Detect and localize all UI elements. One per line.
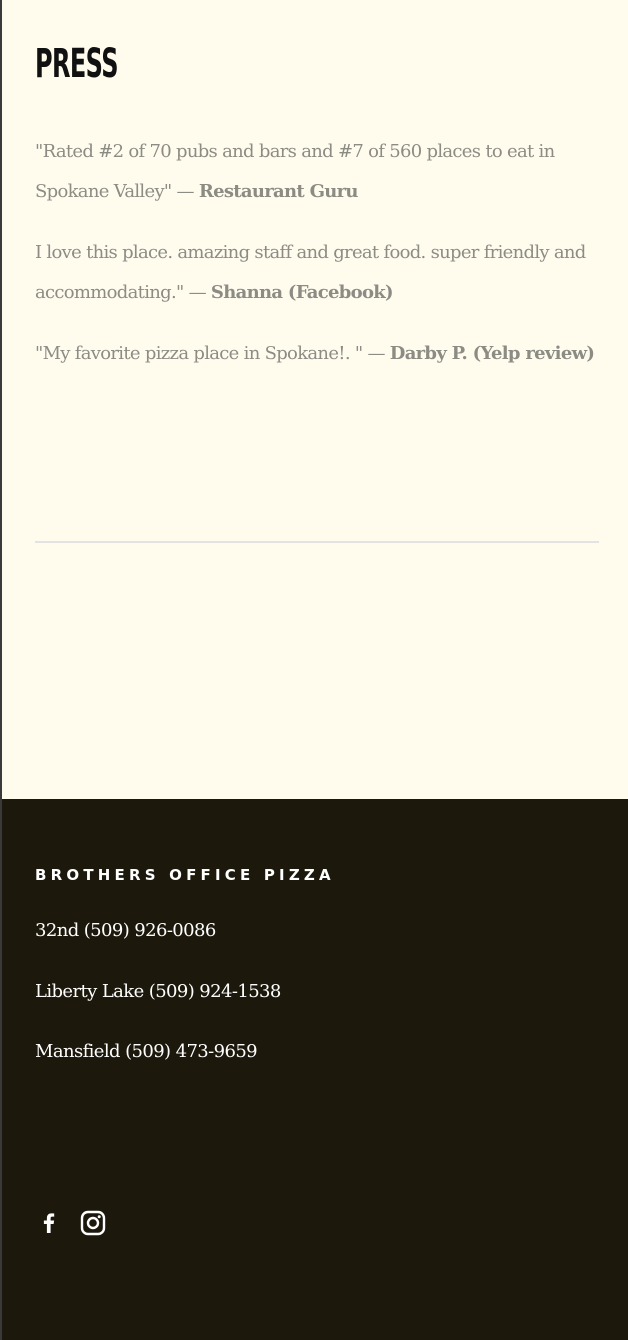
social-links [35, 1209, 107, 1237]
location-32nd: 32nd (509) 926-0086 [35, 920, 216, 941]
press-quote: I love this place. amazing staff and gre… [35, 233, 605, 313]
page-left-border [0, 0, 2, 1340]
location-mansfield: Mansfield (509) 473-9659 [35, 1041, 258, 1062]
facebook-link[interactable] [35, 1209, 63, 1237]
section-divider [35, 541, 599, 543]
press-quote-source: Shanna (Facebook) [210, 282, 394, 303]
footer-brand: BROTHERS OFFICE PIZZA [35, 866, 335, 884]
facebook-icon [43, 1213, 55, 1233]
press-quote-source: Restaurant Guru [198, 181, 359, 202]
site-footer: BROTHERS OFFICE PIZZA 32nd (509) 926-008… [0, 799, 628, 1340]
press-quote: "My favorite pizza place in Spokane!. " … [35, 334, 605, 374]
press-quote-text: "My favorite pizza place in Spokane!. " … [35, 343, 390, 364]
press-quote-source: Darby P. (Yelp review) [389, 343, 595, 364]
press-quote: "Rated #2 of 70 pubs and bars and #7 of … [35, 132, 605, 212]
location-liberty-lake: Liberty Lake (509) 924-1538 [35, 981, 281, 1002]
press-section: PRESS "Rated #2 of 70 pubs and bars and … [0, 0, 628, 799]
press-title: PRESS [35, 41, 119, 87]
instagram-link[interactable] [79, 1209, 107, 1237]
instagram-icon [80, 1210, 106, 1236]
press-quotes: "Rated #2 of 70 pubs and bars and #7 of … [35, 132, 605, 395]
